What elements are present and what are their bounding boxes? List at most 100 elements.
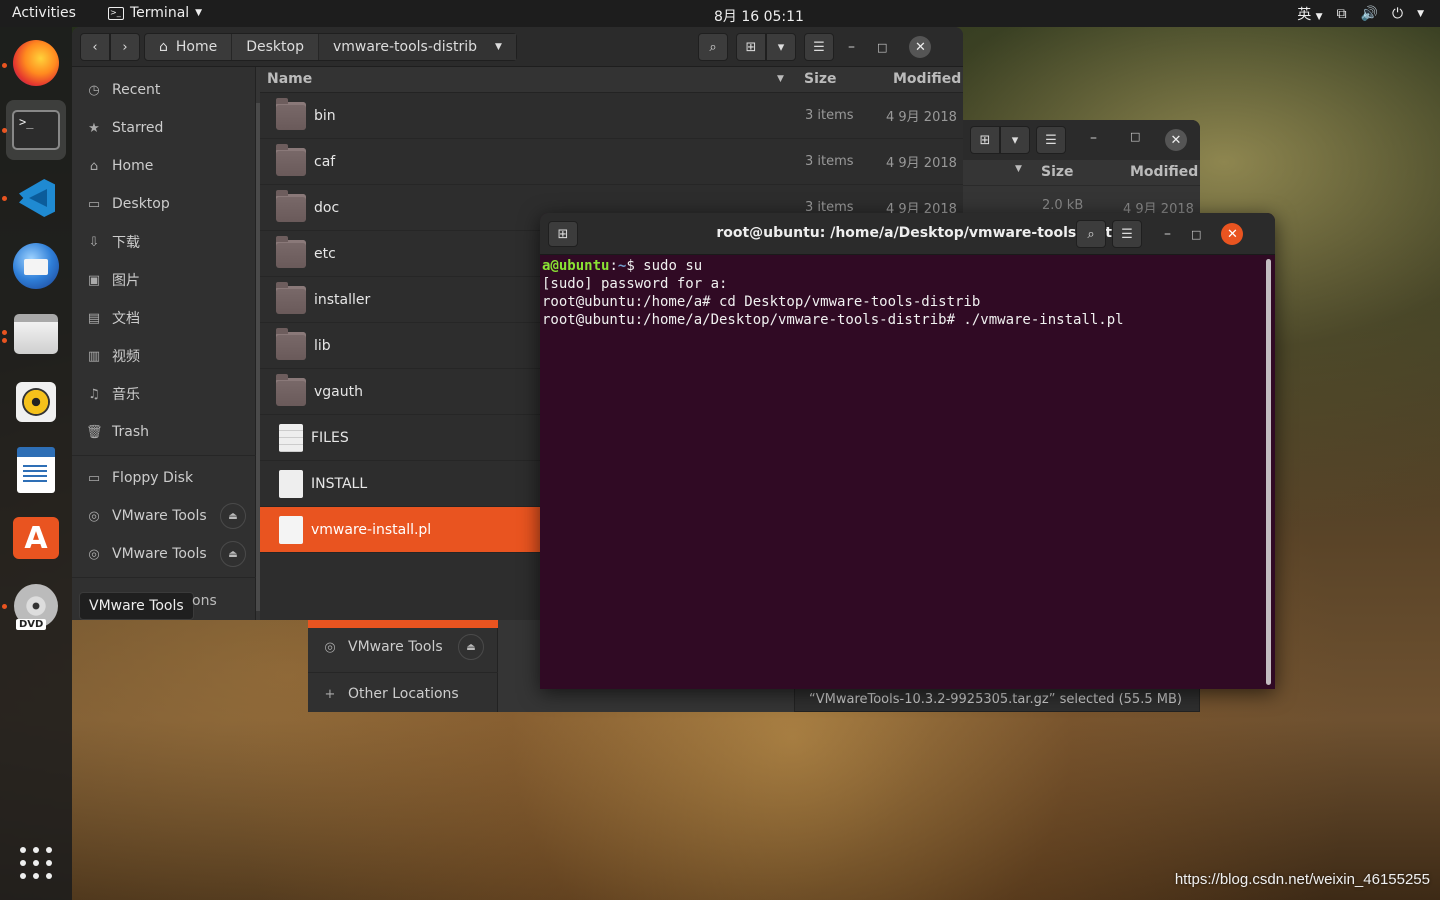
chevron-down-icon: ▼ — [1315, 12, 1323, 22]
dock-software[interactable]: A — [6, 508, 66, 568]
table-row[interactable]: bin 3 items 4 9月 2018 — [260, 93, 963, 139]
table-row[interactable]: caf 3 items 4 9月 2018 — [260, 139, 963, 185]
sidebar-item-label: Recent — [112, 82, 161, 98]
view-toggle[interactable]: ⊞ ▾ — [736, 33, 796, 61]
column-header: ▼ Size Modified — [963, 160, 1200, 186]
column-name[interactable]: Name — [267, 71, 312, 87]
eject-icon[interactable]: ⏏ — [220, 503, 246, 529]
firefox-icon — [13, 40, 59, 86]
drive-icon: ▭ — [87, 470, 101, 486]
music-icon: ♫ — [88, 386, 100, 402]
sidebar-item-home[interactable]: ⌂ Home — [72, 147, 256, 185]
breadcrumb-desktop[interactable]: Desktop — [232, 34, 319, 60]
divider — [308, 672, 498, 673]
sidebar-item-label: Home — [112, 158, 154, 174]
sidebar-item-label: Other Locations — [348, 686, 459, 702]
dock-rhythmbox[interactable] — [6, 372, 66, 432]
column-size[interactable]: Size — [1041, 164, 1074, 180]
sidebar-item-other-locations[interactable]: + Other Locations — [308, 675, 498, 713]
dock-writer[interactable] — [6, 440, 66, 500]
sort-down-icon[interactable]: ▼ — [1015, 164, 1022, 174]
power-icon[interactable]: ⏻ — [1392, 6, 1403, 22]
sidebar-item-videos[interactable]: ▥ 视频 — [72, 337, 256, 375]
dock-terminal[interactable]: >_ — [6, 100, 66, 160]
grid-view-icon[interactable]: ⊞ — [970, 126, 1000, 154]
sidebar-item-downloads[interactable]: ⇩ 下载 — [72, 223, 256, 261]
terminal-screen[interactable]: a@ubuntu:~$ sudo su [sudo] password for … — [542, 257, 1262, 687]
chevron-down-icon[interactable]: ▾ — [1000, 126, 1030, 154]
minimize-icon[interactable]: – — [1164, 226, 1171, 242]
grid-view-icon[interactable]: ⊞ — [736, 33, 766, 61]
sidebar-item-trash[interactable]: 🗑 Trash — [72, 413, 256, 451]
breadcrumb-current[interactable]: vmware-tools-distrib ▼ — [318, 34, 516, 60]
image-icon: ▣ — [87, 272, 101, 288]
search-icon[interactable]: ⌕ — [1076, 220, 1106, 248]
eject-icon[interactable]: ⏏ — [458, 634, 484, 660]
text-file-icon — [279, 423, 303, 452]
input-method-indicator[interactable]: 英 ▼ — [1297, 4, 1322, 24]
scrollbar[interactable] — [256, 103, 260, 611]
close-icon[interactable]: ✕ — [1221, 223, 1244, 245]
clock[interactable]: 8月 16 05:11 — [714, 6, 804, 26]
perl-script-icon — [279, 515, 303, 544]
system-tray[interactable]: 英 ▼ ⧉ 🔊 ⏻ ▼ — [1297, 4, 1424, 24]
file-size: 3 items — [805, 108, 854, 123]
sidebar-item-recent[interactable]: ◷ Recent — [72, 71, 256, 109]
close-icon[interactable]: ✕ — [909, 36, 932, 58]
disc-icon: ◎ — [324, 639, 336, 655]
hamburger-menu-icon[interactable]: ☰ — [1112, 220, 1142, 248]
app-menu[interactable]: >_ Terminal ▼ — [108, 5, 202, 21]
search-icon[interactable]: ⌕ — [698, 33, 728, 61]
terminal-window[interactable]: ⊞ root@ubuntu: /home/a/Desktop/vmware-to… — [540, 213, 1275, 689]
hamburger-menu-icon[interactable]: ☰ — [1036, 126, 1066, 154]
divider — [72, 455, 256, 456]
column-size[interactable]: Size — [804, 71, 837, 87]
new-tab-icon[interactable]: ⊞ — [548, 221, 578, 247]
dock-dvd[interactable]: DVD — [6, 576, 66, 636]
command-line: root@ubuntu:/home/a# cd Desktop/vmware-t… — [542, 294, 981, 310]
maximize-icon[interactable]: □ — [1130, 130, 1140, 143]
minimize-icon[interactable]: – — [1090, 130, 1097, 146]
show-applications-icon[interactable] — [20, 847, 52, 879]
sidebar-item-floppy[interactable]: ▭ Floppy Disk — [72, 459, 256, 497]
chevron-down-icon[interactable]: ▼ — [1417, 9, 1424, 19]
desktop-icon: ▭ — [87, 196, 101, 212]
close-icon[interactable]: ✕ — [1165, 129, 1187, 151]
sidebar-item-vmware-tools[interactable]: ◎ VMware Tools ⏏ — [308, 628, 498, 666]
chevron-down-icon: ▼ — [195, 8, 203, 18]
chevron-down-icon[interactable]: ▾ — [766, 33, 796, 61]
column-modified[interactable]: Modified — [1130, 164, 1198, 180]
activities-button[interactable]: Activities — [12, 5, 76, 21]
minimize-icon[interactable]: – — [848, 39, 855, 55]
sidebar-item-pictures[interactable]: ▣ 图片 — [72, 261, 256, 299]
sidebar-item-other-locations-partial[interactable]: ons — [192, 593, 217, 609]
breadcrumb-home[interactable]: ⌂ Home — [145, 34, 233, 60]
dock-firefox[interactable] — [6, 33, 66, 93]
maximize-icon[interactable]: □ — [877, 41, 887, 54]
top-bar: Activities >_ Terminal ▼ 8月 16 05:11 英 ▼… — [0, 0, 1440, 27]
folder-icon — [276, 97, 306, 130]
back-icon[interactable]: ‹ — [80, 33, 110, 61]
sidebar-item-starred[interactable]: ★ Starred — [72, 109, 256, 147]
volume-icon[interactable]: 🔊 — [1361, 6, 1378, 22]
navigation-buttons: ‹ › — [80, 33, 140, 61]
sidebar-item-vmware-tools[interactable]: ◎ VMware Tools ⏏ — [72, 497, 256, 535]
maximize-icon[interactable]: □ — [1191, 228, 1201, 241]
eject-icon[interactable]: ⏏ — [220, 541, 246, 567]
sidebar-item-documents[interactable]: ▤ 文档 — [72, 299, 256, 337]
sidebar-item-music[interactable]: ♫ 音乐 — [72, 375, 256, 413]
dock-thunderbird[interactable] — [6, 236, 66, 296]
column-modified[interactable]: Modified — [893, 71, 961, 87]
sort-down-icon[interactable]: ▼ — [777, 74, 784, 84]
hamburger-menu-icon[interactable]: ☰ — [804, 33, 834, 61]
header-bar: ‹ › ⌂ Home Desktop vmware-tools-distrib ▼ … — [72, 27, 963, 67]
sidebar-item-vmware-tools[interactable]: ◎ VMware Tools ⏏ — [72, 535, 256, 573]
dock-files[interactable] — [6, 304, 66, 364]
network-icon[interactable]: ⧉ — [1337, 6, 1347, 22]
forward-icon[interactable]: › — [110, 33, 140, 61]
view-toggle[interactable]: ⊞ ▾ — [970, 126, 1030, 154]
scrollbar[interactable] — [1266, 259, 1271, 685]
dock-vscode[interactable] — [6, 168, 66, 228]
install-file-icon — [279, 469, 303, 498]
sidebar-item-desktop[interactable]: ▭ Desktop — [72, 185, 256, 223]
